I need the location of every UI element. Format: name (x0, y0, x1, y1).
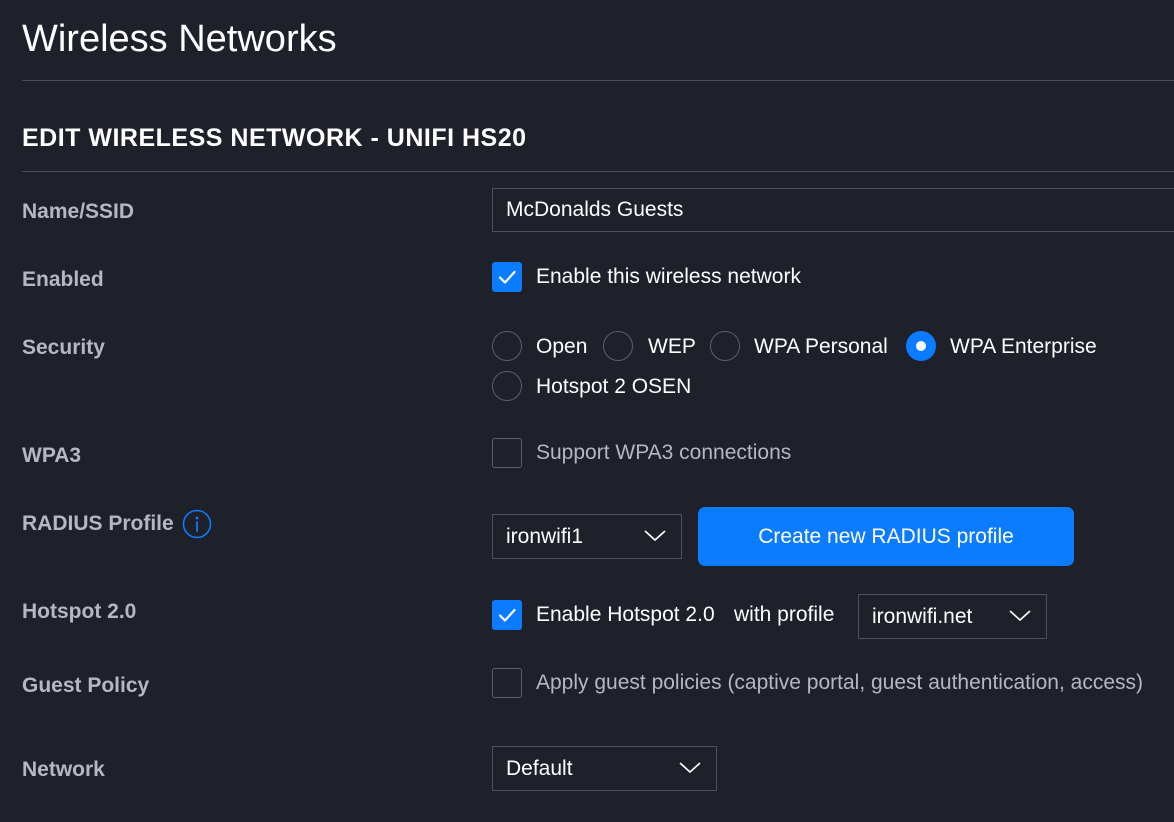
security-option-wep-label[interactable]: WEP (648, 333, 696, 361)
security-radio-wpa-enterprise[interactable] (906, 331, 936, 361)
create-radius-profile-button[interactable]: Create new RADIUS profile (698, 507, 1074, 566)
hotspot20-with-profile-label: with profile (734, 603, 835, 626)
hotspot20-profile-select-value: ironwifi.net (872, 605, 973, 628)
security-radio-wpa-personal[interactable] (710, 331, 740, 361)
security-option-open-label[interactable]: Open (536, 333, 587, 361)
page-title: Wireless Networks (22, 18, 337, 60)
chevron-down-icon (678, 761, 702, 780)
guest-policy-checkbox-label[interactable]: Apply guest policies (captive portal, gu… (536, 669, 1143, 697)
wpa3-checkbox-label[interactable]: Support WPA3 connections (536, 439, 791, 467)
hotspot20-label: Hotspot 2.0 (22, 600, 137, 623)
hotspot20-checkbox-label[interactable]: Enable Hotspot 2.0 (536, 601, 715, 629)
hotspot20-profile-select[interactable]: ironwifi.net (858, 594, 1047, 639)
radius-profile-select[interactable]: ironwifi1 (492, 514, 682, 559)
checkmark-icon (498, 270, 516, 284)
enabled-checkbox[interactable] (492, 262, 522, 292)
security-radio-hotspot2-osen[interactable] (492, 371, 522, 401)
chevron-down-icon (1008, 609, 1032, 628)
radius-profile-label: RADIUS Profile (22, 512, 174, 535)
checkmark-icon (498, 608, 516, 622)
security-radio-open[interactable] (492, 331, 522, 361)
guest-policy-checkbox[interactable] (492, 668, 522, 698)
hotspot20-checkbox[interactable] (492, 600, 522, 630)
section-divider (22, 171, 1174, 172)
info-icon[interactable] (182, 509, 212, 539)
security-option-wpa-personal-label[interactable]: WPA Personal (754, 333, 888, 361)
header-divider (22, 80, 1174, 81)
guest-policy-label: Guest Policy (22, 674, 150, 697)
security-label: Security (22, 336, 105, 359)
security-option-hotspot2-osen-label[interactable]: Hotspot 2 OSEN (536, 373, 691, 401)
security-radio-wep[interactable] (603, 331, 633, 361)
enabled-label: Enabled (22, 268, 104, 291)
network-label: Network (22, 758, 105, 781)
radius-profile-select-value: ironwifi1 (506, 525, 584, 548)
wpa3-checkbox[interactable] (492, 438, 522, 468)
chevron-down-icon (643, 529, 667, 548)
name-ssid-input[interactable] (492, 188, 1174, 232)
section-title: EDIT WIRELESS NETWORK - UNIFI HS20 (22, 124, 527, 152)
network-select[interactable]: Default (492, 746, 717, 791)
security-option-wpa-enterprise-label[interactable]: WPA Enterprise (950, 333, 1097, 361)
enabled-checkbox-label[interactable]: Enable this wireless network (536, 263, 801, 291)
name-ssid-label: Name/SSID (22, 200, 135, 223)
network-select-value: Default (506, 757, 573, 780)
wpa3-label: WPA3 (22, 444, 82, 467)
